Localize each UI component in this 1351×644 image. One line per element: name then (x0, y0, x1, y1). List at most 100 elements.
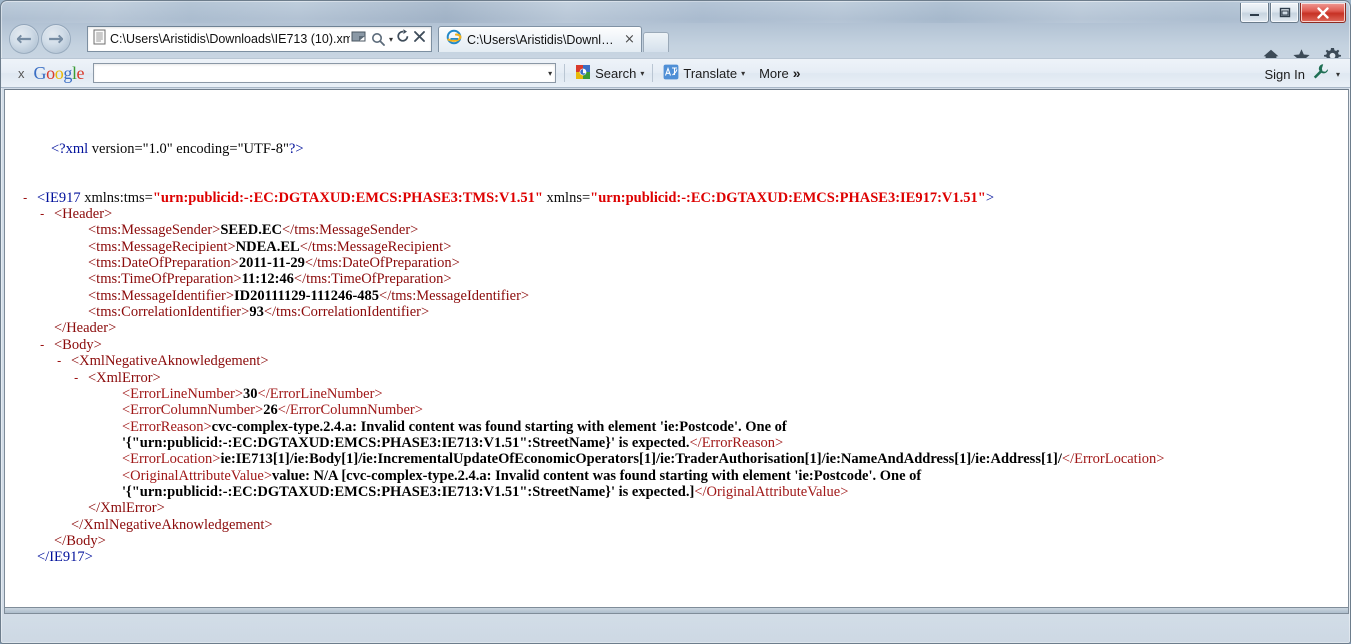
navigation-bar: ← → C:\Users\Aristidis\Downloads\IE713 (… (1, 21, 1350, 64)
xml-line: <ErrorReason>cvc-complex-type.2.4.a: Inv… (19, 419, 1348, 452)
toolbar-divider (564, 64, 566, 82)
xml-txt: 93 (249, 304, 264, 321)
google-toolbar: x Google ▾ Search ▾ Translate ▾ More » S… (1, 58, 1350, 88)
document-icon (93, 29, 106, 50)
minimize-icon (1249, 8, 1261, 18)
xml-line: <ErrorLocation>ie:IE713[1]/ie:Body[1]/ie… (19, 451, 1348, 467)
xml-tagdark: </tms:MessageSender> (282, 222, 419, 239)
xml-line: <OriginalAttributeValue>value: N/A [cvc-… (19, 468, 1348, 501)
forward-arrow-icon: → (48, 27, 64, 50)
xml-txt: 26 (263, 402, 278, 419)
google-more-button[interactable]: More » (759, 65, 800, 81)
back-arrow-icon: ← (16, 27, 32, 50)
address-bar-text: C:\Users\Aristidis\Downloads\IE713 (10).… (110, 32, 350, 46)
wrench-icon[interactable] (1312, 63, 1329, 85)
xml-tagdark: </Body> (54, 532, 106, 549)
xml-txt: NDEA.EL (235, 238, 300, 255)
xml-tagred: <ErrorColumnNumber> (122, 402, 264, 419)
compatibility-view-icon[interactable] (350, 29, 369, 50)
xml-line: <ErrorColumnNumber>26</ErrorColumnNumber… (19, 402, 1348, 418)
new-tab-button[interactable] (642, 32, 669, 52)
xml-txt: 11:12:46 (241, 271, 294, 288)
internet-explorer-icon (446, 29, 462, 50)
collapse-toggle-icon[interactable]: - (40, 337, 44, 353)
chevron-down-icon[interactable]: ▾ (548, 69, 552, 78)
browser-window: ← → C:\Users\Aristidis\Downloads\IE713 (… (0, 0, 1351, 644)
page-content-scroll[interactable]: <?xml version="1.0" encoding="UTF-8"?> -… (5, 90, 1348, 607)
collapse-toggle-icon[interactable]: - (23, 190, 27, 206)
window-bottom-frame (1, 616, 1350, 643)
maximize-button[interactable] (1270, 3, 1299, 23)
xml-tagdark: <tms:DateOfPreparation> (88, 255, 239, 272)
chevron-down-icon: ▾ (388, 34, 393, 44)
xml-attr: xmlns:tms= (84, 189, 153, 206)
xml-line: - <IE917 xmlns:tms="urn:publicid:-:EC:DGT… (19, 190, 1348, 206)
refresh-icon[interactable] (396, 29, 410, 49)
nav-button-group: ← → (9, 24, 71, 54)
xml-line: </IE917> (19, 549, 1348, 565)
xml-tagred: </ErrorLocation> (1061, 451, 1165, 468)
sign-in-button[interactable]: Sign In (1265, 67, 1305, 82)
address-bar[interactable]: C:\Users\Aristidis\Downloads\IE713 (10).… (87, 26, 432, 52)
xml-tagdark: <Header> (54, 206, 113, 223)
xml-line: <tms:MessageIdentifier>ID20111129-111246… (19, 288, 1348, 304)
google-more-label: More (759, 65, 789, 81)
xml-val: "urn:publicid:-:EC:DGTAXUD:EMCS:PHASE3:I… (590, 189, 986, 206)
xml-tagdark: </XmlError> (88, 500, 165, 517)
xml-line: - <Body> (19, 337, 1348, 353)
tab-close-icon[interactable]: × (624, 33, 635, 46)
xml-line: <ErrorLineNumber>30</ErrorLineNumber> (19, 386, 1348, 402)
close-icon (1316, 6, 1330, 19)
xml-txt: ie:IE713[1]/ie:Body[1]/ie:IncrementalUpd… (220, 451, 1062, 468)
address-bar-search-button[interactable]: ▾ (371, 32, 393, 47)
google-search-button[interactable]: Search ▾ (575, 64, 644, 83)
forward-button[interactable]: → (41, 24, 71, 54)
xml-val: "urn:publicid:-:EC:DGTAXUD:EMCS:PHASE3:T… (152, 189, 543, 206)
xml-attr: xmlns= (542, 189, 591, 206)
tab-active[interactable]: C:\Users\Aristidis\Downloa... × (438, 26, 642, 52)
maximize-icon (1279, 7, 1291, 18)
xml-tag: <IE917 (37, 189, 85, 206)
tab-strip: C:\Users\Aristidis\Downloa... × (438, 26, 669, 52)
xml-txt: SEED.EC (220, 222, 282, 239)
xml-tagdark: </Header> (54, 320, 117, 337)
xml-declaration-row: <?xml version="1.0" encoding="UTF-8"?> (51, 140, 304, 157)
xml-line: <tms:CorrelationIdentifier>93</tms:Corre… (19, 304, 1348, 320)
google-toolbar-right: Sign In ▾ (1265, 59, 1340, 89)
google-search-input[interactable] (94, 65, 549, 81)
google-search-label: Search (595, 65, 637, 81)
xml-tagdark: </tms:MessageRecipient> (299, 238, 452, 255)
google-search-icon (575, 64, 591, 83)
collapse-toggle-icon[interactable]: - (40, 206, 44, 222)
back-button[interactable]: ← (9, 24, 39, 54)
google-translate-button[interactable]: Translate ▾ (663, 64, 745, 83)
xml-tagdark: <XmlError> (88, 369, 161, 386)
google-search-box[interactable]: ▾ (93, 63, 557, 83)
close-button[interactable] (1300, 3, 1346, 23)
xml-tagred: </ErrorColumnNumber> (277, 402, 423, 419)
xml-txt: ID20111129-111246-485 (234, 287, 380, 304)
xml-tagdark: </tms:TimeOfPreparation> (293, 271, 452, 288)
xml-line: <tms:MessageRecipient>NDEA.EL</tms:Messa… (19, 239, 1348, 255)
xml-line: </XmlNegativeAknowledgement> (19, 517, 1348, 533)
collapse-toggle-icon[interactable]: - (74, 370, 78, 386)
xml-tagdark: <tms:MessageRecipient> (88, 238, 236, 255)
double-chevron-right-icon: » (792, 65, 801, 81)
xml-line: <tms:MessageSender>SEED.EC</tms:MessageS… (19, 222, 1348, 238)
xml-tagdark: </tms:CorrelationIdentifier> (263, 304, 430, 321)
xml-line: </Header> (19, 320, 1348, 336)
collapse-toggle-icon[interactable]: - (57, 353, 61, 369)
xml-line-container: - <IE917 xmlns:tms="urn:publicid:-:EC:DGT… (19, 190, 1348, 566)
xml-tagdark: <tms:CorrelationIdentifier> (88, 304, 250, 321)
google-toolbar-close-button[interactable]: x (18, 66, 25, 81)
window-glass-overlay (1, 1, 1350, 23)
content-bottom-edge (4, 608, 1349, 614)
xml-tagred: </OriginalAttributeValue> (694, 483, 849, 500)
chevron-down-icon[interactable]: ▾ (1336, 70, 1340, 79)
xml-tagred: <ErrorLocation> (122, 451, 221, 468)
xml-tag: </IE917> (37, 549, 93, 566)
stop-icon[interactable] (413, 30, 426, 48)
xml-tagred: </ErrorLineNumber> (257, 385, 383, 402)
xml-tree-view: <?xml version="1.0" encoding="UTF-8"?> -… (5, 108, 1348, 598)
minimize-button[interactable] (1240, 3, 1269, 23)
